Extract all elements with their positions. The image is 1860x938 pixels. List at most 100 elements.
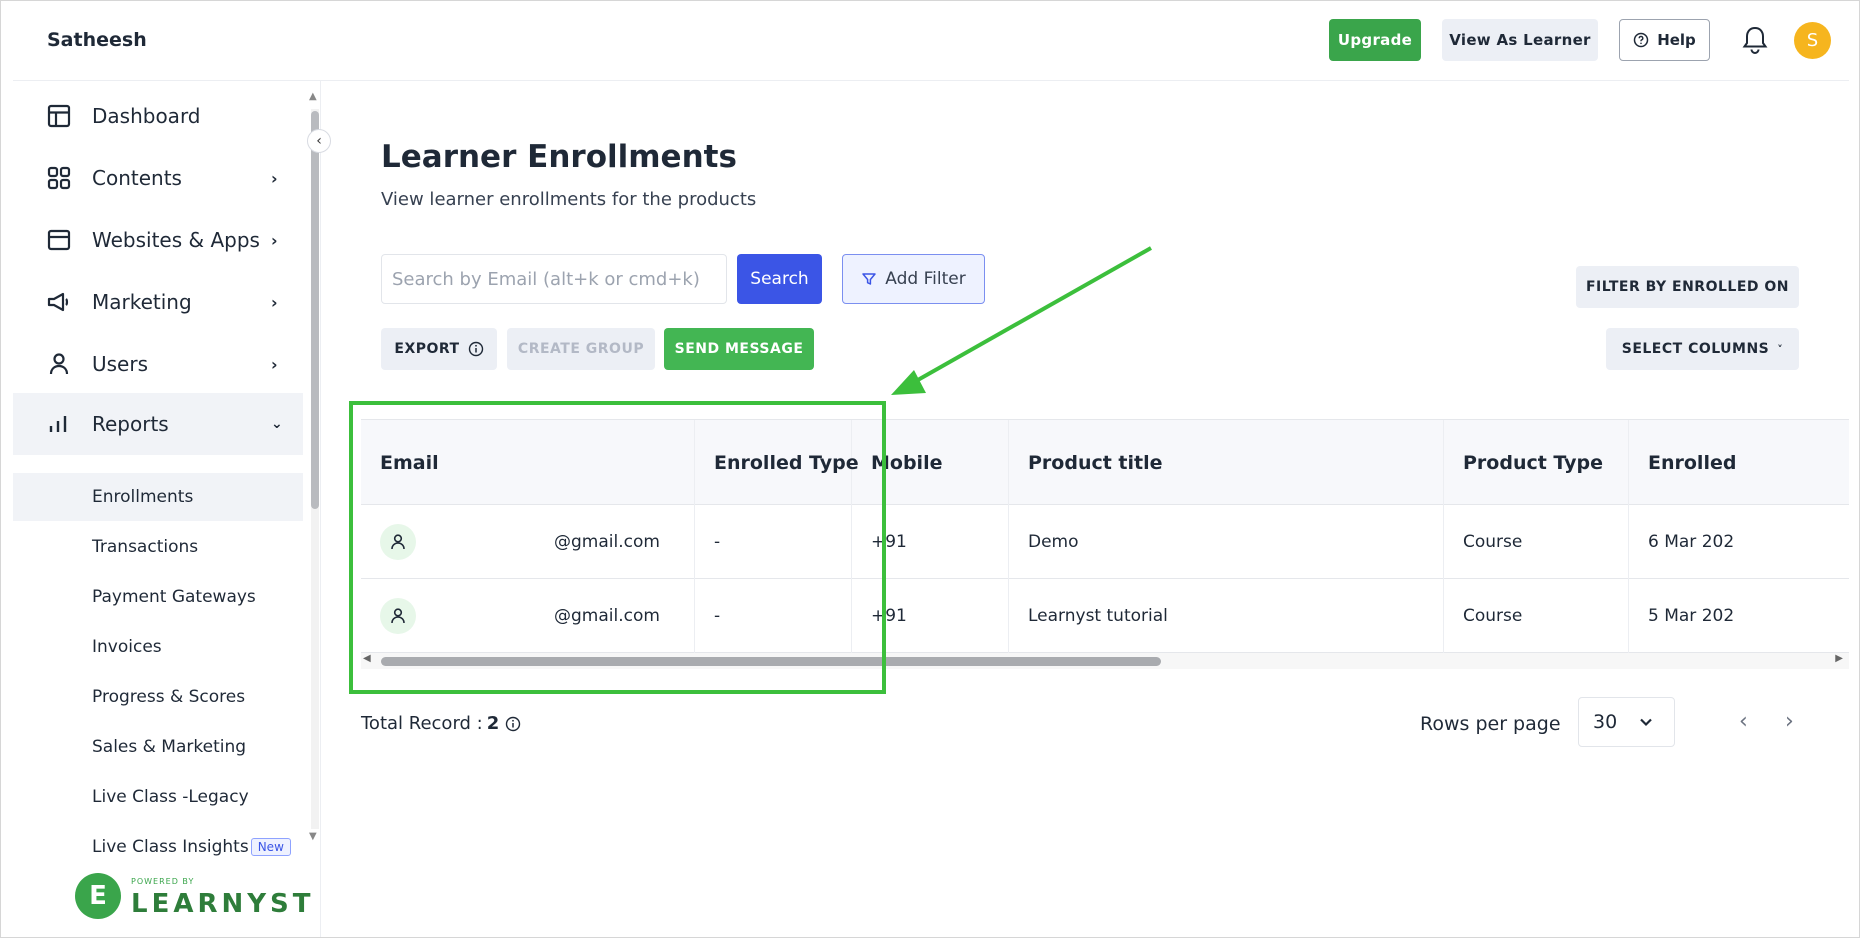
add-filter-label: Add Filter <box>885 269 966 289</box>
column-header-email[interactable]: Email <box>361 420 695 505</box>
sidebar-item-reports[interactable]: Reports ⌄ <box>13 393 303 455</box>
collapse-sidebar-button[interactable]: ‹ <box>307 129 331 153</box>
chevron-right-icon: › <box>271 354 278 374</box>
avatar[interactable]: S <box>1794 22 1831 59</box>
scrollbar-thumb[interactable] <box>381 657 1161 666</box>
user-avatar-icon <box>380 524 416 560</box>
cell-mobile: +91 <box>852 505 1009 579</box>
previous-page-button[interactable]: ‹ <box>1739 709 1748 734</box>
learnyst-logo-icon: E <box>75 873 121 919</box>
total-record-label: Total Record : <box>361 713 483 734</box>
enrollments-table: Email Enrolled Type Mobile Product title… <box>361 419 1849 669</box>
sidebar-scrollbar[interactable]: ▲ ▼ <box>307 81 321 851</box>
cell-enrolled-type: - <box>695 579 852 653</box>
sidebar-item-dashboard[interactable]: Dashboard <box>13 87 303 145</box>
help-button[interactable]: Help <box>1619 19 1710 61</box>
sidebar-subitem-payment-gateways[interactable]: Payment Gateways <box>13 573 303 621</box>
export-button[interactable]: EXPORT <box>381 328 497 370</box>
next-page-button[interactable]: › <box>1785 709 1794 734</box>
table-row[interactable]: @gmail.com - +91 Demo Course 6 Mar 202 <box>361 505 1849 579</box>
sidebar-subitem-transactions[interactable]: Transactions <box>13 523 303 571</box>
column-header-enrolled-type[interactable]: Enrolled Type <box>695 420 859 505</box>
info-icon <box>468 341 483 357</box>
sidebar-subitem-label: Transactions <box>92 537 199 557</box>
column-header-enrolled[interactable]: Enrolled <box>1629 420 1849 505</box>
sidebar-subitem-invoices[interactable]: Invoices <box>13 623 303 671</box>
column-header-product-type[interactable]: Product Type <box>1444 420 1629 505</box>
sidebar-subitem-label: Sales & Marketing <box>92 737 247 757</box>
total-record: Total Record : 2 <box>361 713 521 734</box>
add-filter-button[interactable]: Add Filter <box>842 254 985 304</box>
filter-icon <box>862 273 877 285</box>
scroll-down-icon[interactable]: ▼ <box>309 831 317 842</box>
sidebar-item-contents[interactable]: Contents › <box>13 149 303 207</box>
export-label: EXPORT <box>394 341 460 357</box>
chevron-down-icon: ˅ <box>1777 342 1784 356</box>
cell-mobile: +91 <box>852 579 1009 653</box>
scroll-right-icon[interactable]: ▶ <box>1835 653 1843 664</box>
table-row[interactable]: @gmail.com - +91 Learnyst tutorial Cours… <box>361 579 1849 653</box>
sidebar-item-marketing[interactable]: Marketing › <box>13 273 303 331</box>
sidebar-subitem-sales-marketing[interactable]: Sales & Marketing <box>13 723 303 771</box>
sidebar-subitem-live-class-legacy[interactable]: Live Class -Legacy <box>13 773 303 821</box>
search-input[interactable] <box>381 254 727 304</box>
cell-enrolled: 6 Mar 202 <box>1629 505 1849 579</box>
sidebar-item-users[interactable]: Users › <box>13 335 303 393</box>
cell-email: @gmail.com <box>361 505 695 579</box>
rows-per-page-select[interactable]: 30 <box>1578 697 1675 747</box>
sidebar-subitem-label: Live Class Insights New <box>92 837 291 857</box>
sidebar-subitem-text: Live Class Insights <box>92 837 249 857</box>
question-circle-icon <box>1633 32 1649 48</box>
send-message-button[interactable]: SEND MESSAGE <box>664 328 814 370</box>
cell-enrolled: 5 Mar 202 <box>1629 579 1849 653</box>
sidebar-subitem-label: Invoices <box>92 637 162 657</box>
scrollbar-thumb[interactable] <box>311 111 319 509</box>
sidebar-item-label: Reports <box>92 412 169 436</box>
email-value: @gmail.com <box>554 532 660 552</box>
sidebar-item-label: Marketing <box>92 290 192 314</box>
megaphone-icon <box>47 292 69 312</box>
search-button[interactable]: Search <box>737 254 822 304</box>
bell-icon[interactable] <box>1741 25 1769 55</box>
cell-product-type: Course <box>1444 579 1629 653</box>
brand-name: Satheesh <box>47 29 147 51</box>
select-columns-button[interactable]: SELECT COLUMNS ˅ <box>1606 328 1799 370</box>
scroll-left-icon[interactable]: ◀ <box>363 653 371 664</box>
top-header: Satheesh Upgrade View As Learner Help S <box>13 1 1849 81</box>
select-columns-label: SELECT COLUMNS <box>1621 341 1770 357</box>
filter-by-enrolled-on-button[interactable]: FILTER BY ENROLLED ON <box>1576 266 1799 308</box>
sidebar-subitem-progress-scores[interactable]: Progress & Scores <box>13 673 303 721</box>
scroll-up-icon[interactable]: ▲ <box>309 91 317 102</box>
email-value: @gmail.com <box>554 606 660 626</box>
sidebar-item-label: Websites & Apps <box>92 228 260 252</box>
create-group-button[interactable]: CREATE GROUP <box>507 328 655 370</box>
sidebar-item-label: Dashboard <box>92 104 201 128</box>
sidebar-subitem-label: Live Class -Legacy <box>92 787 249 807</box>
rows-per-page-label: Rows per page <box>1420 713 1561 735</box>
chevron-right-icon: › <box>271 168 278 188</box>
rows-per-page-value: 30 <box>1593 711 1618 733</box>
sidebar: Dashboard Contents › Websites & Apps › M… <box>13 81 321 937</box>
column-header-mobile[interactable]: Mobile <box>852 420 1009 505</box>
chevron-down-icon <box>1640 718 1652 727</box>
sidebar-subitem-label: Progress & Scores <box>92 687 246 707</box>
upgrade-button[interactable]: Upgrade <box>1329 19 1421 61</box>
info-icon <box>506 716 521 731</box>
chevron-right-icon: › <box>271 230 278 250</box>
cell-email: @gmail.com <box>361 579 695 653</box>
bar-chart-icon <box>49 416 67 432</box>
chevron-right-icon: › <box>271 292 278 312</box>
cell-enrolled-type: - <box>695 505 852 579</box>
sidebar-item-label: Contents <box>92 166 182 190</box>
sidebar-subitem-label: Enrollments <box>92 487 194 507</box>
sidebar-subitem-enrollments[interactable]: Enrollments <box>13 473 303 521</box>
app-window: Satheesh Upgrade View As Learner Help S … <box>0 0 1860 938</box>
help-label: Help <box>1657 31 1696 49</box>
view-as-learner-button[interactable]: View As Learner <box>1442 19 1598 61</box>
layout-icon <box>47 104 71 128</box>
sidebar-item-websites-apps[interactable]: Websites & Apps › <box>13 211 303 269</box>
new-badge: New <box>250 838 291 856</box>
table-horizontal-scrollbar[interactable]: ◀ ▶ <box>361 653 1849 669</box>
chevron-down-icon: ⌄ <box>271 416 283 432</box>
column-header-product-title[interactable]: Product title <box>1009 420 1444 505</box>
